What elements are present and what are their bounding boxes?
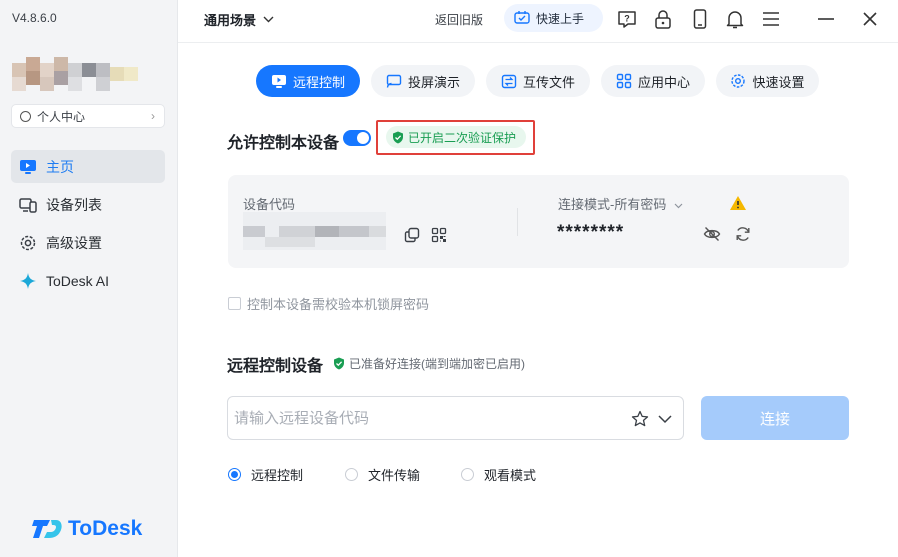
- tab-file-transfer[interactable]: 互传文件: [486, 65, 590, 97]
- gear-icon: [18, 233, 38, 253]
- connect-button[interactable]: 连接: [701, 396, 849, 440]
- tab-quick-settings[interactable]: 快速设置: [716, 65, 819, 97]
- todesk-logo: ToDesk: [32, 517, 142, 541]
- sidebar-item-label: ToDesk AI: [46, 272, 110, 289]
- sidebar-item-advanced-settings[interactable]: 高级设置: [11, 226, 165, 259]
- user-icon: [20, 110, 31, 122]
- mode-label: 文件传输: [368, 468, 421, 483]
- tab-label: 应用中心: [637, 74, 690, 90]
- personal-center-label: 个人中心: [37, 109, 86, 124]
- sidebar-item-home[interactable]: 主页: [11, 150, 165, 183]
- device-code-redacted: [243, 212, 386, 250]
- radio-button[interactable]: [461, 468, 474, 481]
- sidebar: V4.8.6.0 个人中心 › 主页 设备列表 高级设置 ToDesk AI T…: [0, 0, 178, 557]
- shield-check-icon: [334, 357, 344, 370]
- chevron-right-icon: ›: [151, 109, 155, 123]
- todesk-logo-icon: [32, 517, 62, 541]
- quick-start-label: 快速上手: [536, 11, 585, 26]
- copy-icon[interactable]: [403, 226, 421, 244]
- two-factor-badge[interactable]: 已开启二次验证保护: [386, 126, 527, 148]
- minimize-icon[interactable]: [815, 8, 837, 30]
- tab-label: 互传文件: [522, 74, 575, 90]
- quick-start-button[interactable]: 快速上手: [504, 4, 603, 32]
- phone-icon[interactable]: [689, 8, 711, 30]
- sparkle-icon: [18, 271, 38, 291]
- card-divider: [517, 208, 518, 236]
- file-transfer-icon: [501, 74, 517, 88]
- connection-ready-status: 已准备好连接(端到端加密已启用): [333, 355, 525, 372]
- sidebar-item-devices[interactable]: 设备列表: [11, 188, 165, 221]
- mode-label: 远程控制: [251, 468, 304, 483]
- qr-code-icon[interactable]: [430, 226, 448, 244]
- monitor-icon: [271, 74, 286, 88]
- tab-app-center[interactable]: 应用中心: [601, 65, 705, 97]
- sidebar-item-label: 主页: [46, 158, 74, 175]
- connection-ready-label: 已准备好连接(端到端加密已启用): [349, 357, 525, 371]
- tab-label: 投屏演示: [407, 74, 460, 90]
- shield-check-icon: [393, 131, 403, 143]
- help-icon[interactable]: ?: [616, 8, 638, 30]
- tab-label: 快速设置: [752, 74, 805, 90]
- connection-mode-dropdown[interactable]: 连接模式-所有密码: [558, 194, 683, 213]
- mode-radio-remote-control[interactable]: 远程控制: [228, 465, 303, 484]
- menu-icon[interactable]: [760, 8, 782, 30]
- chevron-down-icon: [263, 14, 274, 26]
- remote-code-input-wrapper: [227, 396, 684, 440]
- sidebar-item-todesk-ai[interactable]: ToDesk AI: [11, 264, 165, 297]
- return-old-version-link[interactable]: 返回旧版: [435, 11, 483, 28]
- top-bar: 通用场景 返回旧版 快速上手 ?: [178, 0, 898, 43]
- app-version: V4.8.6.0: [12, 11, 57, 25]
- scene-label: 通用场景: [204, 13, 257, 28]
- tab-remote-control[interactable]: 远程控制: [256, 65, 360, 97]
- remote-code-input[interactable]: [234, 405, 614, 431]
- eye-off-icon[interactable]: [702, 225, 722, 243]
- chevron-down-icon: [674, 197, 683, 212]
- brand-name: ToDesk: [68, 517, 143, 540]
- warning-icon[interactable]: [728, 194, 748, 212]
- device-password: ********: [557, 222, 625, 243]
- app-grid-icon: [616, 73, 632, 89]
- radio-button[interactable]: [345, 468, 358, 481]
- mode-radio-view-mode[interactable]: 观看模式: [461, 465, 536, 484]
- monitor-icon: [18, 157, 38, 177]
- user-profile-redacted[interactable]: [12, 57, 146, 93]
- scene-dropdown[interactable]: 通用场景: [204, 10, 274, 29]
- checkbox[interactable]: [228, 297, 241, 310]
- close-icon[interactable]: [859, 8, 881, 30]
- devices-icon: [18, 195, 38, 215]
- connection-mode-label: 连接模式-所有密码: [558, 197, 667, 212]
- svg-text:?: ?: [624, 14, 630, 24]
- star-icon[interactable]: [630, 409, 650, 429]
- mode-label: 观看模式: [484, 468, 537, 483]
- radio-button[interactable]: [228, 468, 241, 481]
- cast-icon: [386, 74, 402, 88]
- lock-screen-password-checkbox[interactable]: 控制本设备需校验本机锁屏密码: [228, 294, 429, 313]
- sidebar-item-label: 高级设置: [46, 234, 102, 251]
- two-factor-label: 已开启二次验证保护: [408, 130, 517, 145]
- remote-control-title: 远程控制设备: [227, 358, 324, 375]
- refresh-icon[interactable]: [733, 225, 753, 243]
- sidebar-item-label: 设备列表: [46, 196, 102, 213]
- sidebar-nav: 主页 设备列表 高级设置 ToDesk AI: [11, 150, 165, 302]
- allow-control-title: 允许控制本设备: [227, 135, 340, 152]
- allow-control-toggle[interactable]: [343, 130, 371, 146]
- lock-icon[interactable]: [652, 8, 674, 30]
- lock-screen-password-label: 控制本设备需校验本机锁屏密码: [247, 297, 430, 312]
- bell-icon[interactable]: [724, 8, 746, 30]
- quick-start-icon: [514, 10, 530, 26]
- tab-label: 远程控制: [292, 74, 345, 90]
- gear-icon: [731, 74, 746, 88]
- personal-center-button[interactable]: 个人中心 ›: [11, 104, 165, 128]
- tab-screen-cast[interactable]: 投屏演示: [371, 65, 475, 97]
- device-code-label: 设备代码: [243, 197, 296, 212]
- mode-radio-file-transfer[interactable]: 文件传输: [345, 465, 420, 484]
- chevron-down-icon[interactable]: [655, 409, 675, 429]
